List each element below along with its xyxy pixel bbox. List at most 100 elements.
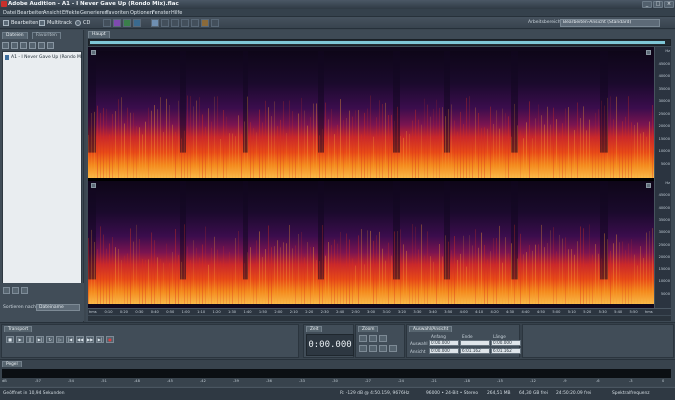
- horizontal-zoom-bar[interactable]: [88, 316, 671, 321]
- overview-scrollbar[interactable]: [88, 39, 671, 46]
- edit-view-button[interactable]: Bearbeiten: [1, 19, 40, 27]
- level-tick-label: -30: [332, 379, 338, 383]
- waveform-view-icon[interactable]: [103, 19, 111, 27]
- menu-item-generieren[interactable]: Generieren: [80, 10, 108, 16]
- tab-selection-view[interactable]: Auswahl/Ansicht: [409, 326, 453, 332]
- zoom-full-icon[interactable]: [379, 335, 387, 342]
- spectral-pan-icon[interactable]: [123, 19, 131, 27]
- loop-play-button[interactable]: ↻: [46, 336, 54, 343]
- marquee-tool-icon[interactable]: [161, 19, 169, 27]
- zoom-out-horizontal-icon[interactable]: [369, 335, 377, 342]
- list-item[interactable]: A1 - I Never Gave Up (Rondo Mi: [5, 55, 82, 60]
- play-button[interactable]: ▶: [16, 336, 24, 343]
- spectrogram-left-channel[interactable]: [88, 51, 654, 178]
- go-start-button[interactable]: |◀: [66, 336, 74, 343]
- open-file-icon[interactable]: [2, 42, 9, 49]
- channel-left-toggle-icon[interactable]: [91, 50, 96, 55]
- tab-main[interactable]: Haupt: [88, 31, 110, 38]
- time-selection-tool-icon[interactable]: [151, 19, 159, 27]
- brush-tool-icon[interactable]: [201, 19, 209, 27]
- insert-icon[interactable]: [29, 42, 36, 49]
- rewind-button[interactable]: ◀◀: [76, 336, 84, 343]
- view-start-field[interactable]: 0:00.000: [429, 348, 459, 354]
- full-path-icon[interactable]: [21, 287, 28, 294]
- channel-left-zoom-icon[interactable]: [646, 50, 651, 55]
- spectrogram-streak: [514, 103, 515, 178]
- menu-item-datei[interactable]: Datei: [3, 10, 16, 16]
- zoom-tool-icon[interactable]: [191, 19, 199, 27]
- sort-select[interactable]: Dateiname: [36, 304, 80, 311]
- spectrogram-streak: [532, 250, 533, 304]
- loop-icon[interactable]: [12, 287, 19, 294]
- spectral-phase-icon[interactable]: [133, 19, 141, 27]
- edit-file-icon[interactable]: [38, 42, 45, 49]
- spectrogram-streak: [298, 233, 299, 304]
- spectrogram-streak: [517, 258, 518, 304]
- menu-item-bearbeiten[interactable]: Bearbeiten: [17, 10, 44, 16]
- workspace-select[interactable]: Bearbeiten-Ansicht (Standard): [560, 19, 660, 27]
- menu-item-fenster[interactable]: Fenster: [152, 10, 171, 16]
- spectrogram-streak: [472, 137, 473, 178]
- time-ruler[interactable]: hms 0:10 0:20 0:30 0:40 0:50 1:00 1:10 1:20 1:30 1…: [88, 308, 671, 315]
- close-icon[interactable]: ×: [664, 1, 674, 8]
- channel-right-toggle-icon[interactable]: [91, 183, 96, 188]
- play-view-button[interactable]: ▷: [56, 336, 64, 343]
- pause-button[interactable]: ‖: [26, 336, 34, 343]
- cd-view-button[interactable]: CD: [73, 19, 92, 27]
- healing-tool-icon[interactable]: [211, 19, 219, 27]
- spectrogram-streak: [601, 258, 602, 304]
- level-tick-label: -57: [35, 379, 41, 383]
- minimize-icon[interactable]: _: [642, 1, 652, 8]
- tab-zoom[interactable]: Zoom: [358, 326, 379, 332]
- stop-button[interactable]: ■: [6, 336, 14, 343]
- channel-right-zoom-icon[interactable]: [646, 183, 651, 188]
- frequency-scale[interactable]: Hz 45000 40000 35000 30000 25000 20000 15000 100…: [654, 47, 671, 308]
- record-button[interactable]: ●: [106, 336, 114, 343]
- zoom-in-horizontal-icon[interactable]: [359, 335, 367, 342]
- zoom-out-vertical-icon[interactable]: [369, 345, 377, 352]
- autoplay-icon[interactable]: [3, 287, 10, 294]
- menu-item-effekte[interactable]: Effekte: [62, 10, 80, 16]
- spectrogram-streak: [382, 104, 383, 178]
- tab-transport[interactable]: Transport: [4, 326, 33, 332]
- spectral-view-icon[interactable]: [113, 19, 121, 27]
- menu-item-ansicht[interactable]: Ansicht: [43, 10, 61, 16]
- lasso-tool-icon[interactable]: [171, 19, 179, 27]
- time-label: hms: [645, 310, 653, 314]
- maximize-icon[interactable]: □: [653, 1, 663, 8]
- spectral-display[interactable]: Hz 45000 40000 35000 30000 25000 20000 15000 100…: [88, 47, 671, 308]
- selection-end-field[interactable]: [460, 340, 490, 346]
- play-file-icon[interactable]: [47, 42, 54, 49]
- import-icon[interactable]: [11, 42, 18, 49]
- tab-level[interactable]: Pegel: [2, 361, 22, 367]
- tab-files[interactable]: Dateien: [2, 32, 28, 39]
- file-list[interactable]: A1 - I Never Gave Up (Rondo Mi: [2, 51, 82, 313]
- spectrogram-streak: [163, 132, 164, 178]
- tab-time[interactable]: Zeit: [306, 326, 323, 332]
- view-length-field[interactable]: 6:01.162: [491, 348, 521, 354]
- multitrack-view-button[interactable]: Multitrack: [37, 19, 74, 27]
- files-panel-options: Sortieren nach: Dateiname: [0, 283, 84, 321]
- level-meter[interactable]: [2, 369, 671, 378]
- overview-range[interactable]: [90, 41, 666, 44]
- selection-length-field[interactable]: 0:00.000: [491, 340, 521, 346]
- menu-item-hilfe[interactable]: Hilfe: [171, 10, 182, 16]
- play-to-end-button[interactable]: ▶|: [36, 336, 44, 343]
- go-end-button[interactable]: ▶|: [96, 336, 104, 343]
- spectrogram-right-channel[interactable]: [88, 181, 654, 304]
- tab-favorites[interactable]: Favoriten: [32, 32, 61, 39]
- spectrogram-streak: [199, 257, 200, 304]
- forward-button[interactable]: ▶▶: [86, 336, 94, 343]
- zoom-selection-icon[interactable]: [379, 345, 387, 352]
- menu-item-optionen[interactable]: Optionen: [130, 10, 153, 16]
- spectrogram-streak: [124, 123, 125, 178]
- selection-start-field[interactable]: 0:00.000: [429, 340, 459, 346]
- hand-tool-icon[interactable]: [181, 19, 189, 27]
- zoom-right-edge-icon[interactable]: [389, 345, 397, 352]
- view-end-field[interactable]: 6:01.162: [460, 348, 490, 354]
- spectrogram-streak: [418, 119, 419, 178]
- zoom-in-vertical-icon[interactable]: [359, 345, 367, 352]
- menu-item-favoriten[interactable]: Favoriten: [106, 10, 129, 16]
- close-file-icon[interactable]: [20, 42, 27, 49]
- spectrogram-streak: [130, 228, 131, 304]
